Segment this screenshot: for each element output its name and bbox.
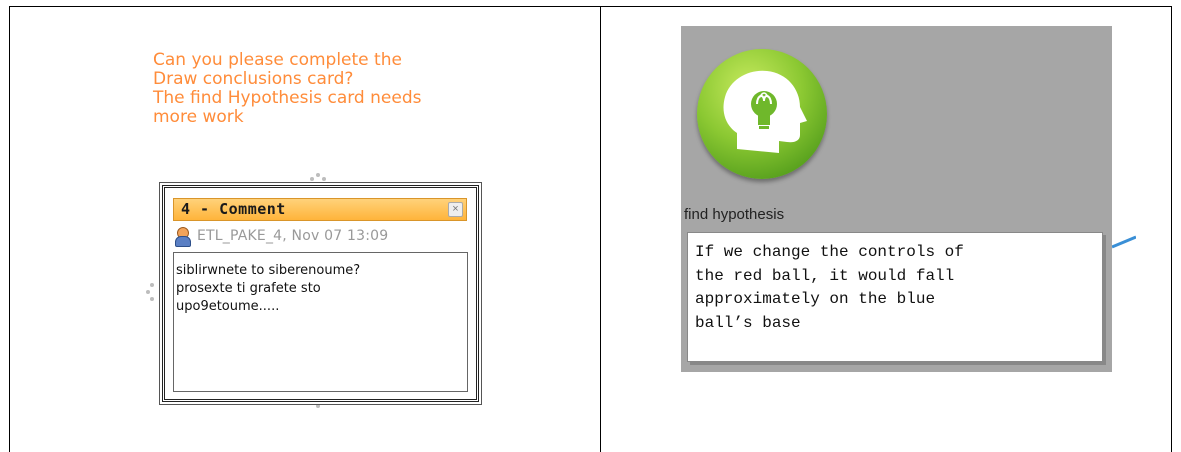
resize-handle-left[interactable] <box>145 282 155 304</box>
comment-line: upo9etoume..... <box>176 299 280 314</box>
comment-text-area[interactable]: siblirwnete to siberenoume? prosexte ti … <box>173 252 468 392</box>
note-line: more work <box>153 107 244 127</box>
comment-author-row: ETL_PAKE_4, Nov 07 13:09 <box>174 225 388 247</box>
instruction-note: Can you please complete the Draw conclus… <box>153 51 513 127</box>
table-right-border <box>1171 6 1172 452</box>
head-lightbulb-icon <box>697 49 827 179</box>
comment-line: siblirwnete to siberenoume? <box>176 263 361 278</box>
comment-card-header[interactable]: 4 - Comment × <box>173 198 467 221</box>
table-top-border <box>9 6 1172 7</box>
note-line: Can you please complete the <box>153 50 402 70</box>
comment-card-title: 4 - Comment <box>181 200 286 218</box>
note-line: Draw conclusions card? <box>153 69 354 89</box>
comment-author-timestamp: ETL_PAKE_4, Nov 07 13:09 <box>197 228 389 244</box>
hypothesis-text-area[interactable]: If we change the controls of the red ball… <box>687 232 1103 362</box>
connector-line <box>1112 235 1136 249</box>
close-icon[interactable]: × <box>448 202 463 217</box>
comment-line: prosexte ti grafete sto <box>176 281 321 296</box>
table-left-border <box>9 6 10 452</box>
hypothesis-card[interactable]: find hypothesis If we change the control… <box>681 26 1112 372</box>
hypothesis-line: If we change the controls of <box>695 243 964 261</box>
hypothesis-text: If we change the controls of the red ball… <box>695 241 964 335</box>
hypothesis-line: the red ball, it would fall <box>695 266 955 285</box>
hypothesis-card-label: find hypothesis <box>684 206 785 223</box>
note-line: The find Hypothesis card needs <box>153 88 422 108</box>
hypothesis-line: ball’s base <box>695 313 801 332</box>
hypothesis-line: approximately on the blue <box>695 290 936 308</box>
resize-handle-top[interactable] <box>308 172 330 182</box>
table-center-divider <box>600 6 601 452</box>
user-avatar-icon <box>174 227 191 247</box>
comment-card[interactable]: 4 - Comment × ETL_PAKE_4, Nov 07 13:09 s… <box>162 185 479 402</box>
